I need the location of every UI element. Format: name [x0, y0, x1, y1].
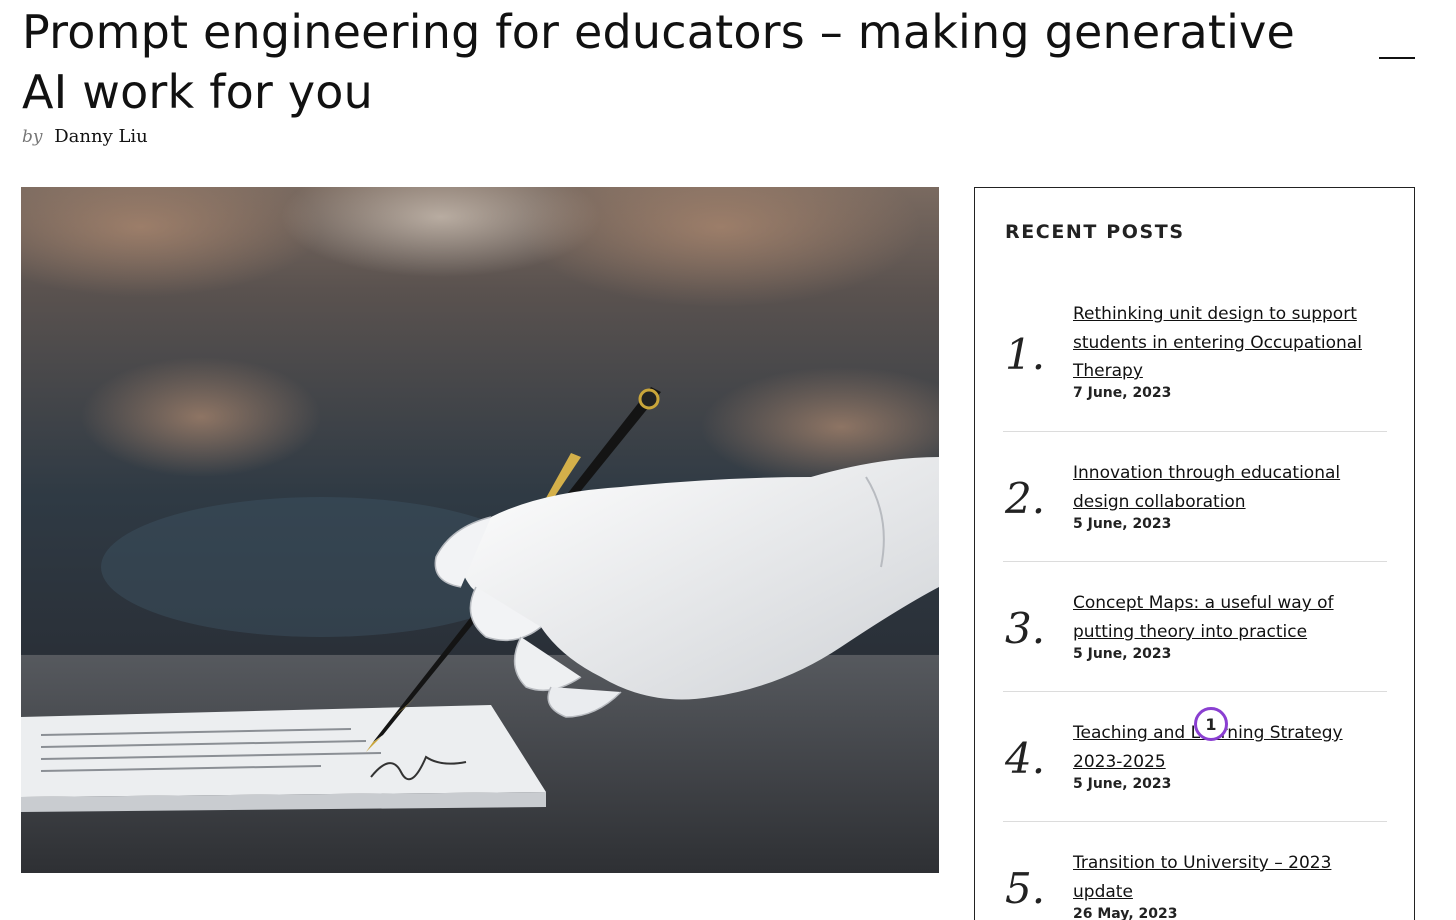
post-date: 5 June, 2023 — [1073, 776, 1172, 792]
post-date: 26 May, 2023 — [1073, 906, 1178, 920]
divider — [1003, 821, 1387, 822]
byline: by Danny Liu — [22, 126, 148, 147]
post-number: 4. — [1005, 734, 1046, 783]
post-date: 5 June, 2023 — [1073, 516, 1172, 532]
post-number: 2. — [1005, 474, 1046, 523]
divider — [1003, 561, 1387, 562]
post-link[interactable]: Transition to University – 2023 update — [1073, 849, 1383, 906]
menu-toggle-button[interactable] — [1379, 50, 1415, 68]
post-number: 3. — [1005, 604, 1046, 653]
post-link[interactable]: Concept Maps: a useful way of putting th… — [1073, 589, 1383, 646]
post-date: 5 June, 2023 — [1073, 646, 1172, 662]
author-link[interactable]: Danny Liu — [54, 126, 148, 147]
post-link[interactable]: Rethinking unit design to support studen… — [1073, 300, 1383, 386]
post-number: 1. — [1005, 330, 1046, 379]
featured-image — [21, 187, 939, 873]
robot-hand-signing-document-image — [21, 187, 939, 873]
menu-icon — [1379, 57, 1415, 59]
post-title: Prompt engineering for educators – makin… — [22, 5, 1295, 119]
divider — [1003, 431, 1387, 432]
post-link[interactable]: Teaching and Learning Strategy 2023-2025 — [1073, 719, 1383, 776]
sidebar-heading: RECENT POSTS — [1005, 221, 1185, 243]
divider — [1003, 691, 1387, 692]
byline-prefix: by — [22, 127, 43, 147]
cursor-marker: 1 — [1194, 707, 1228, 741]
post-number: 5. — [1005, 864, 1046, 913]
post-date: 7 June, 2023 — [1073, 385, 1172, 401]
post-link[interactable]: Innovation through educational design co… — [1073, 459, 1383, 516]
recent-posts-sidebar: RECENT POSTS 1. Rethinking unit design t… — [974, 187, 1415, 920]
